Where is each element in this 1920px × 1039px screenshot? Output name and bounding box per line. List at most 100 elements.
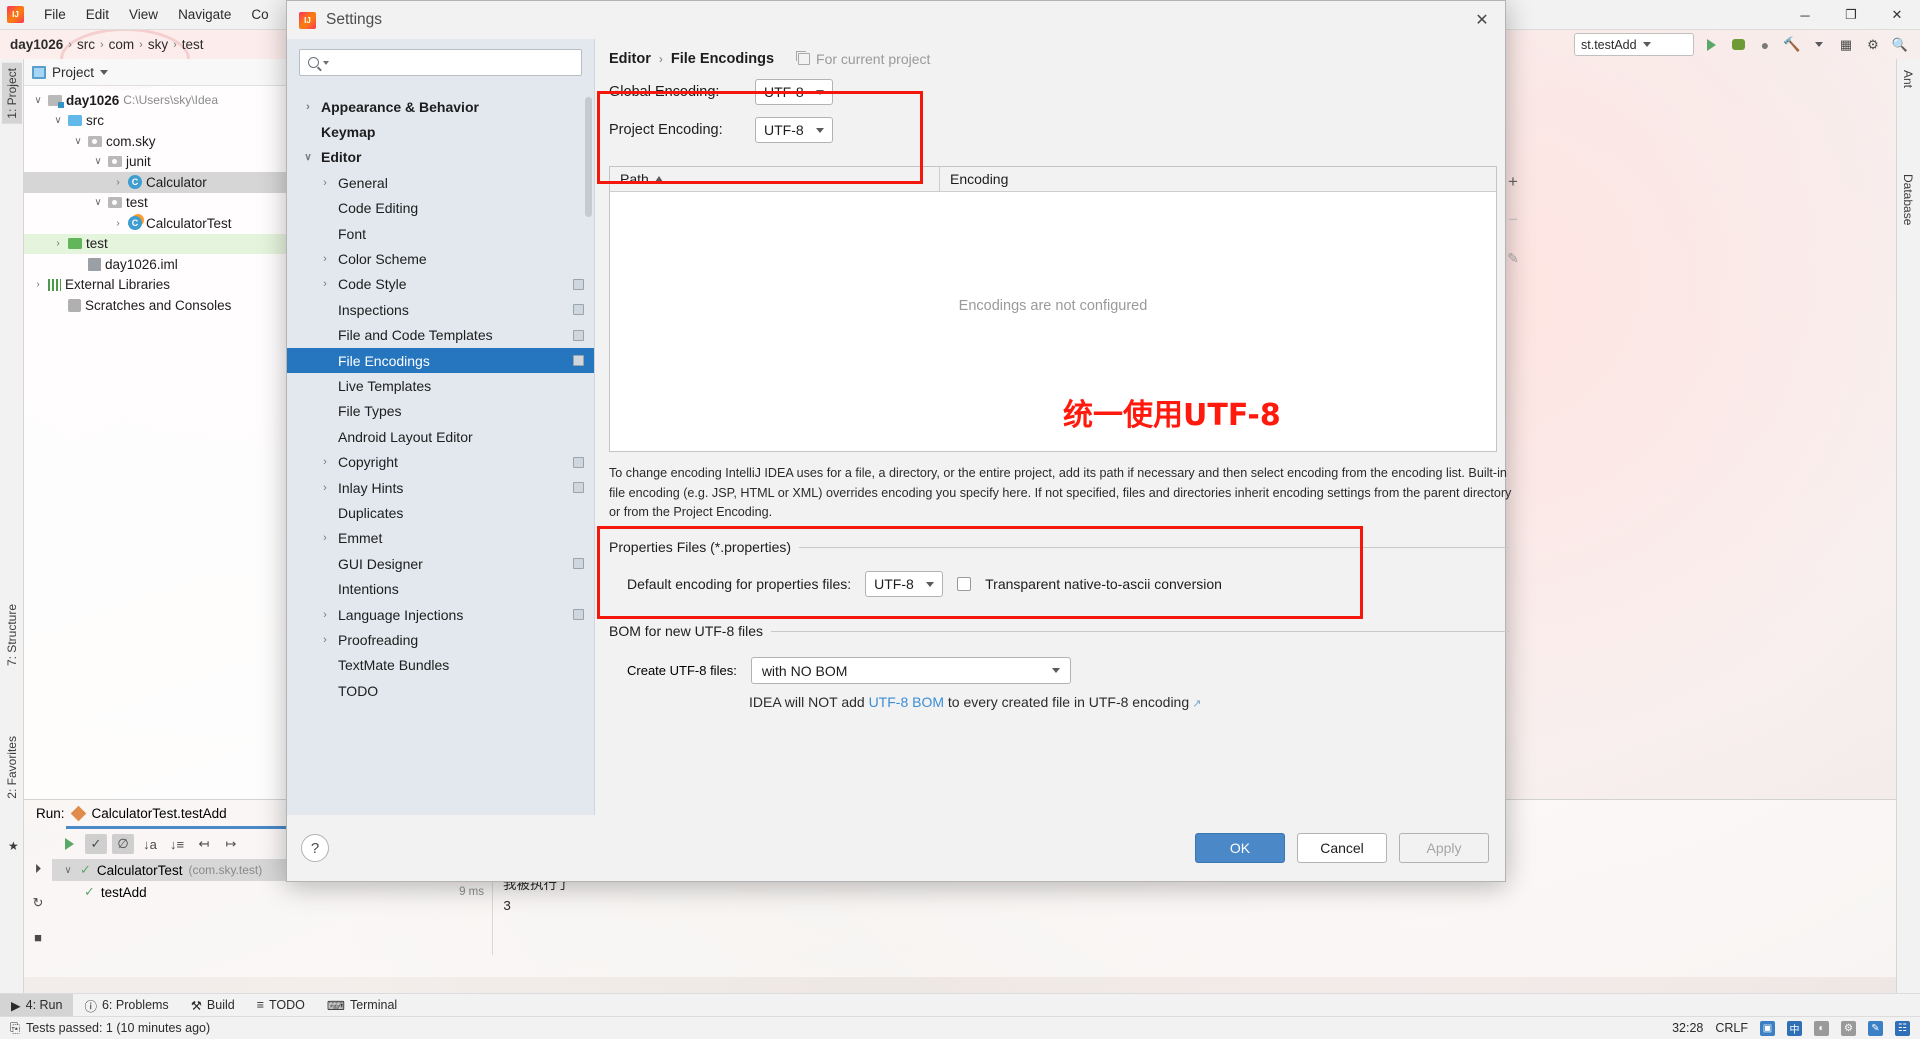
tool-window-tab-structure[interactable]: 7: Structure	[2, 599, 22, 671]
chevron-down-icon[interactable]: ∨	[301, 152, 315, 163]
chevron-down-icon[interactable]: ∨	[92, 156, 104, 167]
chevron-right-icon[interactable]: ›	[318, 634, 332, 646]
tool-window-tab-ant[interactable]: Ant	[1898, 65, 1918, 93]
column-header-encoding[interactable]: Encoding	[940, 167, 1008, 191]
project-tree[interactable]: ∨ day1026 C:\Users\sky\Idea ∨ src ∨ com.sky ∨ ju…	[24, 86, 287, 316]
settings-nav-item-emmet[interactable]: › Emmet	[287, 526, 594, 551]
project-tree-item[interactable]: ∨ junit	[24, 152, 287, 173]
right-tool-window-bar[interactable]: Ant Database	[1896, 59, 1920, 993]
run-tests-icon[interactable]	[58, 834, 80, 854]
breadcrumb-com[interactable]: com	[106, 37, 138, 52]
project-tool-window-header[interactable]: Project	[24, 59, 287, 86]
more-run-options-button[interactable]	[1809, 35, 1829, 55]
settings-search-box[interactable]	[299, 49, 582, 76]
settings-nav-item-file-encodings[interactable]: File Encodings	[287, 347, 594, 374]
left-tool-window-bar[interactable]: 1: Project 7: Structure 2: Favorites ★	[0, 59, 24, 993]
debug-button[interactable]	[1728, 35, 1748, 55]
global-encoding-dropdown[interactable]: UTF-8	[755, 79, 833, 105]
stop-icon[interactable]: ■	[27, 927, 49, 947]
cancel-button[interactable]: Cancel	[1297, 833, 1387, 863]
bottom-tab-4-run[interactable]: ▶ 4: Run	[0, 993, 74, 1017]
settings-search-input[interactable]	[335, 54, 573, 71]
menu-item-file[interactable]: File	[34, 3, 76, 26]
main-toolbar[interactable]: st.testAdd ● 🔨 ▦ ⚙ 🔍	[1574, 31, 1910, 58]
bottom-tab-6-problems[interactable]: ⓘ 6: Problems	[73, 994, 179, 1017]
remove-encoding-button[interactable]: −	[1501, 208, 1525, 232]
tool-window-tab-bar[interactable]: ▶ 4: Run ⓘ 6: Problems ⚒ Build ≡ TODO ⌨ Terminal	[0, 993, 1920, 1017]
ime-icon-1[interactable]: ▣	[1760, 1020, 1775, 1036]
settings-nav-item-gui-designer[interactable]: GUI Designer	[287, 551, 594, 576]
project-encoding-dropdown[interactable]: UTF-8	[755, 117, 833, 143]
settings-button[interactable]: ⚙	[1863, 35, 1883, 55]
bottom-tab-build[interactable]: ⚒ Build	[180, 994, 246, 1017]
sort-by-duration-icon[interactable]: ↓≡	[166, 834, 188, 854]
breadcrumb-test[interactable]: test	[179, 37, 207, 52]
breadcrumb-day1026[interactable]: day1026	[0, 37, 66, 52]
menu-item-view[interactable]: View	[119, 3, 168, 26]
ok-button[interactable]: OK	[1195, 833, 1285, 863]
chevron-down-icon[interactable]: ∨	[32, 95, 44, 106]
ime-icon-3[interactable]: ◐	[1814, 1020, 1829, 1036]
settings-nav-item-proofreading[interactable]: › Proofreading	[287, 627, 594, 652]
chevron-right-icon[interactable]: ›	[318, 278, 332, 290]
menu-item-code[interactable]: Co	[241, 3, 278, 26]
chevron-right-icon[interactable]: ›	[318, 482, 332, 494]
search-everywhere-button[interactable]: 🔍	[1890, 35, 1910, 55]
expand-all-icon[interactable]: ↤	[193, 834, 215, 854]
maximize-button[interactable]: ❐	[1828, 0, 1874, 30]
breadcrumb-sky[interactable]: sky	[145, 37, 171, 52]
ime-icon-6[interactable]: ☷	[1895, 1020, 1910, 1036]
chevron-right-icon[interactable]: ›	[318, 532, 332, 544]
hide-ignored-icon[interactable]: ∅	[112, 834, 134, 854]
tool-window-tab-project[interactable]: 1: Project	[2, 63, 22, 124]
settings-nav-item-intentions[interactable]: Intentions	[287, 576, 594, 601]
rerun-icon[interactable]: ⏵	[27, 859, 49, 879]
chevron-right-icon[interactable]: ›	[318, 456, 332, 468]
minimize-button[interactable]: ─	[1782, 0, 1828, 30]
settings-dialog[interactable]: Settings ✕ › Appearance & Behavior Keymap…	[286, 0, 1519, 882]
chevron-right-icon[interactable]: ›	[318, 253, 332, 265]
close-window-button[interactable]: ✕	[1874, 0, 1920, 30]
chevron-right-icon[interactable]: ›	[32, 279, 44, 290]
project-tree-item[interactable]: ∨ test	[24, 193, 287, 214]
run-configuration-selector[interactable]: st.testAdd	[1574, 33, 1694, 56]
settings-nav-item-live-templates[interactable]: Live Templates	[287, 373, 594, 398]
settings-nav-item-language-injections[interactable]: › Language Injections	[287, 602, 594, 627]
settings-nav-item-editor[interactable]: ∨ Editor	[287, 145, 594, 170]
chevron-right-icon[interactable]: ›	[318, 609, 332, 621]
settings-nav-item-general[interactable]: › General	[287, 170, 594, 195]
settings-nav-item-code-style[interactable]: › Code Style	[287, 272, 594, 297]
show-passed-icon[interactable]: ✓	[85, 834, 107, 854]
encodings-table-header[interactable]: Path Encoding	[610, 167, 1496, 192]
project-tree-item[interactable]: ∨ day1026 C:\Users\sky\Idea	[24, 90, 287, 111]
settings-nav-item-file-types[interactable]: File Types	[287, 399, 594, 424]
chevron-right-icon[interactable]: ›	[52, 238, 64, 249]
encodings-table-toolbar[interactable]: + − ✎	[1497, 166, 1529, 270]
settings-nav-item-inlay-hints[interactable]: › Inlay Hints	[287, 475, 594, 500]
settings-nav-item-duplicates[interactable]: Duplicates	[287, 500, 594, 525]
bottom-tab-terminal[interactable]: ⌨ Terminal	[316, 994, 408, 1017]
add-encoding-button[interactable]: +	[1501, 170, 1525, 194]
settings-nav-item-inspections[interactable]: Inspections	[287, 297, 594, 322]
settings-nav-item-copyright[interactable]: › Copyright	[287, 449, 594, 474]
project-tree-item[interactable]: ∨ src	[24, 111, 287, 132]
transparent-native-to-ascii-label[interactable]: Transparent native-to-ascii conversion	[985, 576, 1222, 592]
chevron-right-icon[interactable]: ›	[112, 177, 124, 188]
project-tree-item[interactable]: › C Calculator	[24, 172, 287, 193]
collapse-all-icon[interactable]: ↦	[220, 834, 242, 854]
settings-nav-item-code-editing[interactable]: Code Editing	[287, 196, 594, 221]
window-controls[interactable]: ─ ❐ ✕	[1782, 0, 1920, 30]
project-tree-item[interactable]: Scratches and Consoles	[24, 295, 287, 316]
settings-nav-item-color-scheme[interactable]: › Color Scheme	[287, 246, 594, 271]
run-with-coverage-button[interactable]: ●	[1755, 35, 1775, 55]
menu-item-edit[interactable]: Edit	[76, 3, 119, 26]
test-result-row[interactable]: ✓ testAdd 9 ms	[52, 881, 492, 903]
run-side-toolbar[interactable]: ⏵ ↻ ■	[24, 829, 52, 955]
chevron-down-icon[interactable]	[100, 69, 109, 75]
bottom-tab-todo[interactable]: ≡ TODO	[246, 994, 316, 1017]
ime-icon-5[interactable]: ✎	[1868, 1020, 1883, 1036]
edit-encoding-button[interactable]: ✎	[1501, 246, 1525, 270]
chevron-down-icon[interactable]: ∨	[62, 865, 74, 876]
create-utf8-files-dropdown[interactable]: with NO BOM	[750, 657, 1071, 684]
settings-nav-item-android-layout-editor[interactable]: Android Layout Editor	[287, 424, 594, 449]
